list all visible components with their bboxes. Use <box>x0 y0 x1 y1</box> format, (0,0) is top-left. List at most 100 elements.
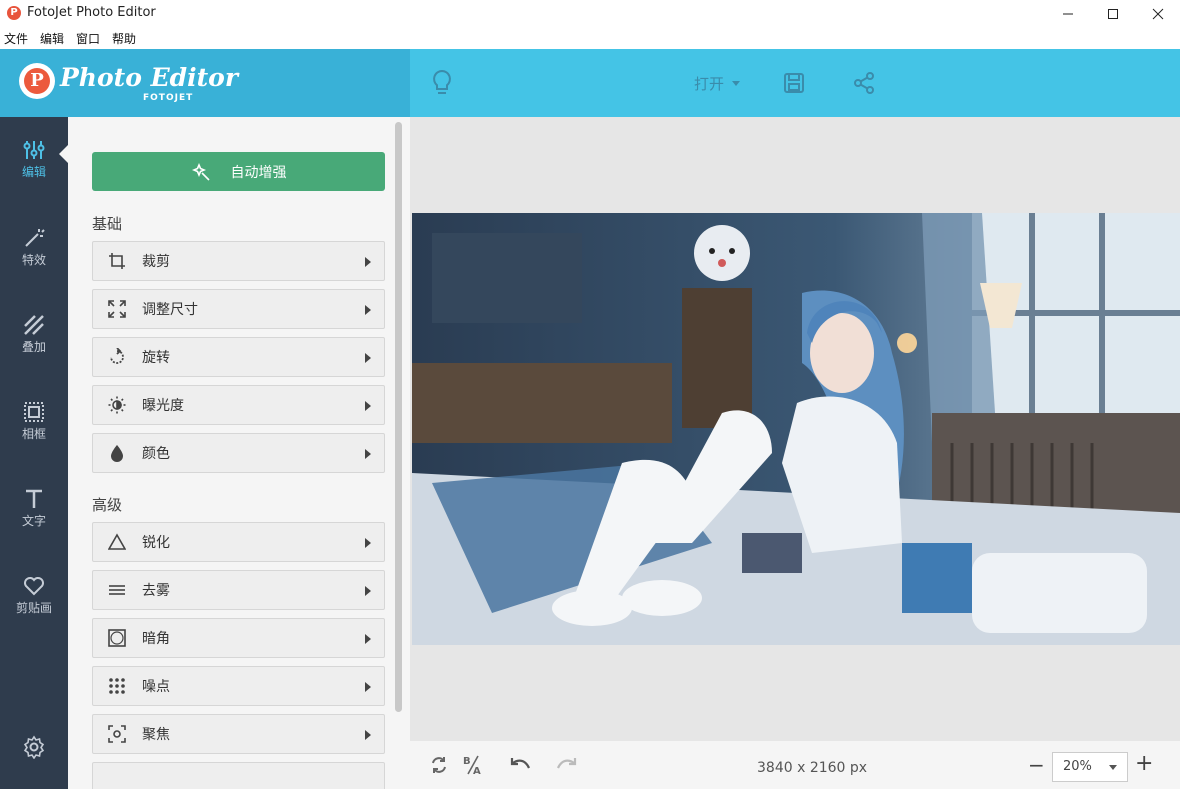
title-bar: P FotoJet Photo Editor <box>0 0 1180 28</box>
logo: P <box>19 63 55 99</box>
nav-label-edit: 编辑 <box>21 165 46 179</box>
magic-enhance-icon <box>191 162 210 181</box>
tool-sharpen[interactable]: 锐化 <box>92 522 385 562</box>
nav-item-effects[interactable]: 特效 <box>0 227 68 297</box>
chevron-right-icon <box>365 305 371 315</box>
tool-noise[interactable]: 噪点 <box>92 666 385 706</box>
nav-active-indicator <box>59 145 68 163</box>
menu-edit[interactable]: 编辑 <box>40 30 64 47</box>
color-drop-icon <box>107 443 127 463</box>
brand-header: P Photo Editor FOTOJET <box>0 49 410 117</box>
nav-label-clipart: 剪贴画 <box>15 601 52 615</box>
crop-icon <box>107 251 127 271</box>
dehaze-icon <box>107 580 127 600</box>
tool-label: 曝光度 <box>142 398 184 414</box>
zoom-value: 20% <box>1063 759 1092 774</box>
minimize-button[interactable] <box>1045 0 1091 28</box>
chevron-right-icon <box>365 682 371 692</box>
tool-more[interactable] <box>92 762 385 789</box>
undo-icon[interactable] <box>509 754 531 776</box>
chevron-right-icon <box>365 730 371 740</box>
tool-focus[interactable]: 聚焦 <box>92 714 385 754</box>
save-icon[interactable] <box>778 67 810 99</box>
tool-label: 裁剪 <box>142 254 170 270</box>
window-title: FotoJet Photo Editor <box>27 5 156 20</box>
chevron-right-icon <box>365 353 371 363</box>
zoom-select[interactable]: 20% <box>1052 752 1128 782</box>
share-icon[interactable] <box>848 67 880 99</box>
tool-resize[interactable]: 调整尺寸 <box>92 289 385 329</box>
menu-bar: 文件 编辑 窗口 帮助 <box>0 28 1180 49</box>
sharpen-icon <box>107 532 127 552</box>
zoom-in-button[interactable]: + <box>1135 751 1153 776</box>
gear-icon <box>23 735 45 760</box>
nav-label-effects: 特效 <box>21 253 46 267</box>
nav-item-clipart[interactable]: 剪贴画 <box>0 575 68 645</box>
section-basic-title: 基础 <box>92 215 123 233</box>
sliders-icon <box>23 141 45 159</box>
rotate-icon <box>107 347 127 367</box>
magic-wand-icon <box>25 229 45 247</box>
chevron-right-icon <box>365 449 371 459</box>
auto-enhance-button[interactable]: 自动增强 <box>92 152 385 191</box>
settings-button[interactable] <box>22 735 46 763</box>
exposure-icon <box>107 395 127 415</box>
chevron-right-icon <box>365 257 371 267</box>
maximize-button[interactable] <box>1090 0 1136 28</box>
nav-label-frame: 相框 <box>21 427 46 441</box>
nav-item-edit[interactable]: 编辑 <box>0 139 68 209</box>
edited-photo[interactable] <box>412 213 1180 645</box>
redo-icon[interactable] <box>556 754 578 776</box>
logo-subtext: FOTOJET <box>143 93 194 103</box>
tool-panel: 自动增强 基础 裁剪 调整尺寸 旋转 曝光度 颜色 高级 锐化 去雾 暗角 噪点… <box>68 117 410 789</box>
chevron-right-icon <box>365 401 371 411</box>
swap-icon[interactable] <box>428 754 450 776</box>
minimize-icon <box>1063 13 1073 15</box>
tool-label: 锐化 <box>142 535 170 551</box>
lightbulb-icon[interactable] <box>426 67 458 99</box>
close-icon <box>1152 8 1164 20</box>
tool-label: 聚焦 <box>142 727 170 743</box>
nav-label-overlay: 叠加 <box>21 340 46 354</box>
tool-label: 调整尺寸 <box>142 302 198 318</box>
text-icon <box>26 489 42 508</box>
tool-exposure[interactable]: 曝光度 <box>92 385 385 425</box>
chevron-right-icon <box>365 538 371 548</box>
svg-text:A: A <box>473 766 481 776</box>
open-label: 打开 <box>694 75 725 93</box>
tool-label: 噪点 <box>142 679 170 695</box>
tool-rotate[interactable]: 旋转 <box>92 337 385 377</box>
nav-label-text: 文字 <box>21 514 46 528</box>
tool-vignette[interactable]: 暗角 <box>92 618 385 658</box>
overlay-icon <box>24 315 44 335</box>
resize-icon <box>107 299 127 319</box>
zoom-out-button[interactable]: − <box>1028 753 1045 777</box>
section-advanced-title: 高级 <box>92 496 123 514</box>
tool-color[interactable]: 颜色 <box>92 433 385 473</box>
close-button[interactable] <box>1135 0 1180 28</box>
vignette-icon <box>107 628 127 648</box>
open-dropdown[interactable]: 打开 <box>694 73 741 94</box>
tool-dehaze[interactable]: 去雾 <box>92 570 385 610</box>
nav-item-frame[interactable]: 相框 <box>0 401 68 471</box>
tool-label: 去雾 <box>142 583 170 599</box>
menu-help[interactable]: 帮助 <box>112 30 136 47</box>
chevron-down-icon <box>732 81 741 86</box>
menu-file[interactable]: 文件 <box>4 30 28 47</box>
image-dimensions: 3840 x 2160 px <box>757 760 868 776</box>
top-toolbar: 打开 <box>410 49 1180 117</box>
menu-window[interactable]: 窗口 <box>76 30 100 47</box>
tool-crop[interactable]: 裁剪 <box>92 241 385 281</box>
logo-letter: P <box>24 68 50 94</box>
chevron-right-icon <box>365 586 371 596</box>
fotojet-app-icon: P <box>7 6 21 20</box>
heart-icon <box>24 577 44 596</box>
nav-item-text[interactable]: 文字 <box>0 488 68 558</box>
svg-text:B: B <box>463 756 471 767</box>
panel-scrollbar[interactable] <box>395 122 402 712</box>
photo-illustration <box>412 213 1180 645</box>
bottom-bar: BA 3840 x 2160 px − 20% + <box>410 741 1180 789</box>
nav-item-overlay[interactable]: 叠加 <box>0 314 68 384</box>
compare-icon[interactable]: BA <box>462 754 484 776</box>
logo-text: Photo Editor <box>60 63 239 92</box>
